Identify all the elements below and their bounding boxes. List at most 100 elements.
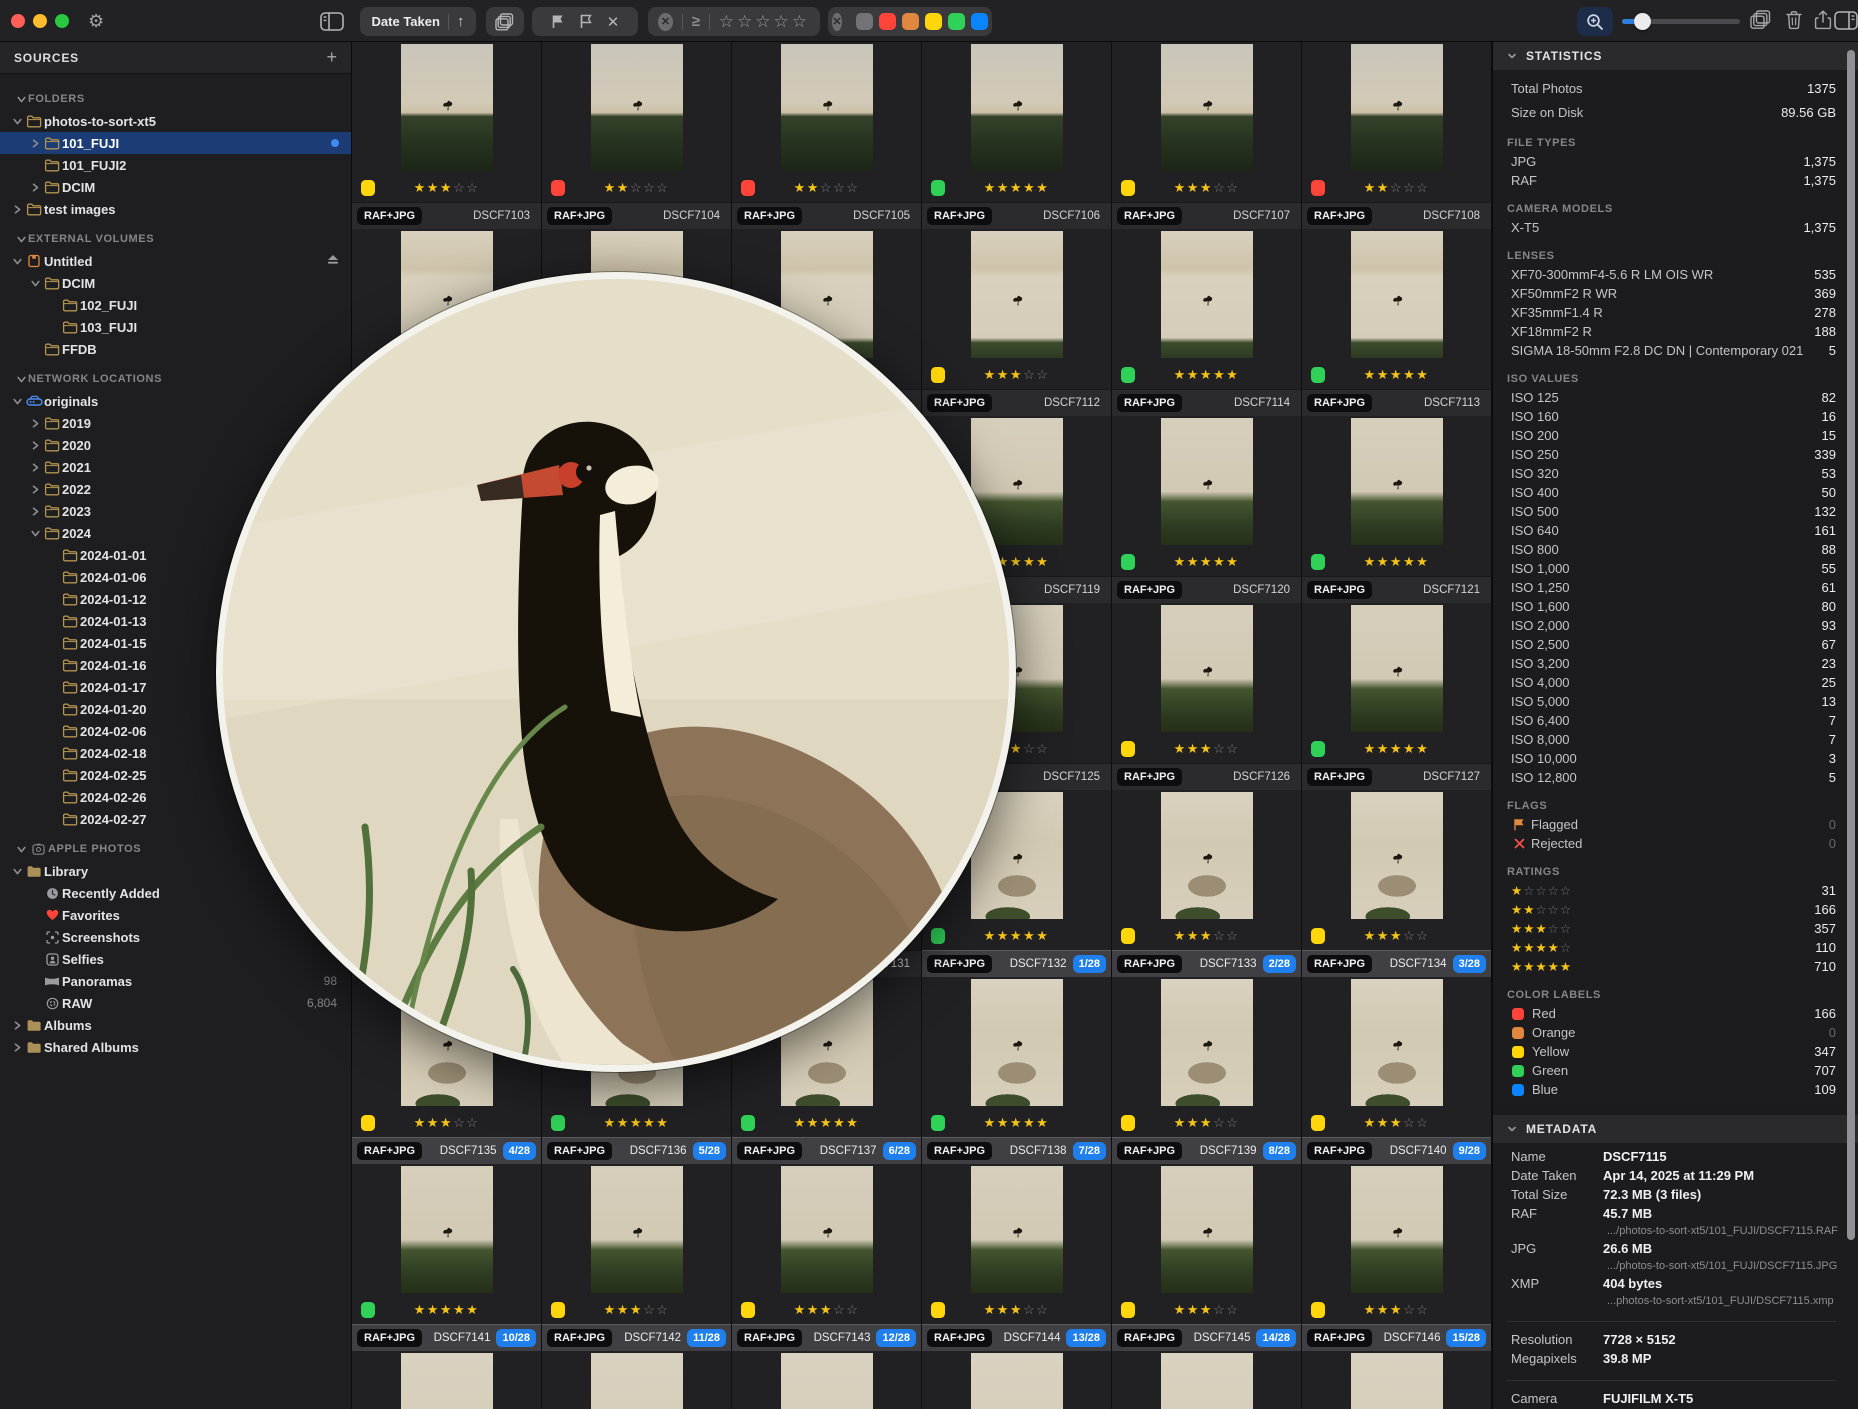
stat-row[interactable]: ISO 2,50067 — [1507, 635, 1836, 654]
chevron-icon[interactable] — [14, 845, 28, 854]
sidebar-item-panoramas[interactable]: Panoramas98 — [0, 970, 351, 992]
star-rating[interactable]: ★★★★★ — [1364, 554, 1430, 570]
star-rating[interactable]: ★★★☆☆ — [1174, 1115, 1240, 1131]
photo-thumbnail[interactable] — [1351, 1353, 1443, 1409]
color-swatch-0[interactable] — [856, 13, 873, 30]
chevron-icon[interactable] — [28, 139, 42, 148]
color-label-stat-row[interactable]: Blue109 — [1507, 1080, 1836, 1099]
grid-cell-dscf7126[interactable]: ★★★☆☆RAF+JPGDSCF7126 — [1112, 603, 1302, 790]
loupe-zoom-button[interactable] — [1577, 7, 1613, 36]
color-label-chip-green[interactable] — [1311, 367, 1325, 383]
rating-stat-row[interactable]: ★★★★★710 — [1507, 957, 1836, 976]
photo-thumbnail[interactable] — [781, 1166, 873, 1293]
chevron-icon[interactable] — [28, 183, 42, 192]
stat-row[interactable]: ISO 12582 — [1507, 388, 1836, 407]
star-rating[interactable]: ★★★☆☆ — [1174, 180, 1240, 196]
color-label-chip-yellow[interactable] — [931, 1302, 945, 1318]
grid-cell-dscf7113[interactable]: ★★★★★RAF+JPGDSCF7113 — [1302, 229, 1492, 416]
stat-row[interactable]: ISO 40050 — [1507, 483, 1836, 502]
color-label-chip-yellow[interactable] — [1311, 1115, 1325, 1131]
sidebar-item-screenshots[interactable]: Screenshots — [0, 926, 351, 948]
grid-cell[interactable] — [922, 1351, 1112, 1409]
stat-row[interactable]: ISO 12,8005 — [1507, 768, 1836, 787]
sidebar-item-103-fuji[interactable]: 103_FUJI — [0, 316, 351, 338]
color-label-chip-yellow[interactable] — [1121, 928, 1135, 944]
star-rating[interactable]: ★★☆☆☆ — [1364, 180, 1430, 196]
stat-row[interactable]: XF50mmF2 R WR369 — [1507, 284, 1836, 303]
stat-row[interactable]: ISO 1,00055 — [1507, 559, 1836, 578]
chevron-icon[interactable] — [14, 375, 28, 384]
photo-thumbnail[interactable] — [1161, 605, 1253, 732]
stat-row[interactable]: ISO 640161 — [1507, 521, 1836, 540]
chevron-icon[interactable] — [28, 485, 42, 494]
stat-row[interactable]: ISO 4,00025 — [1507, 673, 1836, 692]
chevron-icon[interactable] — [28, 529, 42, 538]
stat-row[interactable]: JPG1,375 — [1507, 152, 1836, 171]
chevron-icon[interactable] — [10, 257, 24, 266]
star-rating[interactable]: ★★★☆☆ — [984, 1302, 1050, 1318]
chevron-icon[interactable] — [28, 419, 42, 428]
color-label-chip-green[interactable] — [931, 180, 945, 196]
chevron-icon[interactable] — [28, 279, 42, 288]
photo-thumbnail[interactable] — [1161, 44, 1253, 171]
color-label-chip-yellow[interactable] — [1311, 1302, 1325, 1318]
star-rating[interactable]: ★★★★★ — [414, 1302, 480, 1318]
stat-row[interactable]: RAF1,375 — [1507, 171, 1836, 190]
photo-thumbnail[interactable] — [1161, 1166, 1253, 1293]
stat-row[interactable]: ISO 6,4007 — [1507, 711, 1836, 730]
grid-cell-dscf7114[interactable]: ★★★★★RAF+JPGDSCF7114 — [1112, 229, 1302, 416]
photo-thumbnail[interactable] — [1351, 1166, 1443, 1293]
star-rating[interactable]: ★★★★★ — [1174, 554, 1240, 570]
photo-thumbnail[interactable] — [1351, 231, 1443, 358]
stat-row[interactable]: X-T51,375 — [1507, 218, 1836, 237]
star-rating[interactable]: ★★★★★ — [984, 928, 1050, 944]
photo-thumbnail[interactable] — [1351, 792, 1443, 919]
eject-icon[interactable] — [327, 252, 339, 270]
photo-thumbnail[interactable] — [401, 1353, 493, 1409]
chevron-icon[interactable] — [28, 507, 42, 516]
stat-row[interactable]: ISO 1,25061 — [1507, 578, 1836, 597]
sidebar-item-shared-albums[interactable]: Shared Albums — [0, 1036, 351, 1058]
star-rating[interactable]: ★★★★★ — [604, 1115, 670, 1131]
chevron-icon[interactable] — [14, 235, 28, 244]
grid-cell-dscf7107[interactable]: ★★★☆☆RAF+JPGDSCF7107 — [1112, 42, 1302, 229]
sidebar-item-ffdb[interactable]: FFDB — [0, 338, 351, 360]
sidebar-item-selfies[interactable]: Selfies — [0, 948, 351, 970]
chevron-icon[interactable] — [28, 441, 42, 450]
stat-row[interactable]: ISO 1,60080 — [1507, 597, 1836, 616]
stat-row[interactable]: ISO 80088 — [1507, 540, 1836, 559]
grid-cell-dscf7143[interactable]: ★★★☆☆RAF+JPGDSCF714312/28 — [732, 1164, 922, 1351]
color-label-chip-green[interactable] — [361, 1302, 375, 1318]
grid-cell-dscf7140[interactable]: ★★★☆☆RAF+JPGDSCF71409/28 — [1302, 977, 1492, 1164]
sidebar-item-102-fuji[interactable]: 102_FUJI — [0, 294, 351, 316]
chevron-icon[interactable] — [28, 463, 42, 472]
sidebar-item-101-fuji[interactable]: 101_FUJI — [0, 132, 351, 154]
sidebar-item-test-images[interactable]: test images — [0, 198, 351, 220]
photo-thumbnail[interactable] — [1161, 418, 1253, 545]
grid-cell-dscf7141[interactable]: ★★★★★RAF+JPGDSCF714110/28 — [352, 1164, 542, 1351]
stat-row[interactable]: ISO 5,00013 — [1507, 692, 1836, 711]
grid-cell-dscf7134[interactable]: ★★★☆☆RAF+JPGDSCF71343/28 — [1302, 790, 1492, 977]
color-label-chip-red[interactable] — [551, 180, 565, 196]
grid-cell-dscf7104[interactable]: ★★☆☆☆RAF+JPGDSCF7104 — [542, 42, 732, 229]
star-rating[interactable]: ★★★☆☆ — [984, 367, 1050, 383]
chevron-icon[interactable] — [14, 95, 28, 104]
grid-cell-dscf7120[interactable]: ★★★★★RAF+JPGDSCF7120 — [1112, 416, 1302, 603]
color-label-chip-green[interactable] — [1311, 554, 1325, 570]
sidebar-item-dcim[interactable]: DCIM — [0, 176, 351, 198]
color-label-chip-yellow[interactable] — [1121, 741, 1135, 757]
grid-cell[interactable] — [542, 1351, 732, 1409]
grid-cell-dscf7127[interactable]: ★★★★★RAF+JPGDSCF7127 — [1302, 603, 1492, 790]
stack-icon-right[interactable] — [1750, 10, 1772, 30]
photo-thumbnail[interactable] — [971, 1166, 1063, 1293]
rating-stat-row[interactable]: ★★★☆☆357 — [1507, 919, 1836, 938]
chevron-icon[interactable] — [10, 397, 24, 406]
grid-cell-dscf7144[interactable]: ★★★☆☆RAF+JPGDSCF714413/28 — [922, 1164, 1112, 1351]
sidebar-item-photos-to-sort-xt5[interactable]: photos-to-sort-xt5 — [0, 110, 351, 132]
grid-cell-dscf7138[interactable]: ★★★★★RAF+JPGDSCF71387/28 — [922, 977, 1112, 1164]
stat-row[interactable]: ISO 500132 — [1507, 502, 1836, 521]
color-label-chip-green[interactable] — [1121, 554, 1135, 570]
sort-order-button[interactable]: Date Taken ↑ — [360, 7, 476, 36]
grid-cell-dscf7121[interactable]: ★★★★★RAF+JPGDSCF7121 — [1302, 416, 1492, 603]
star-rating[interactable]: ★★★☆☆ — [1364, 1115, 1430, 1131]
